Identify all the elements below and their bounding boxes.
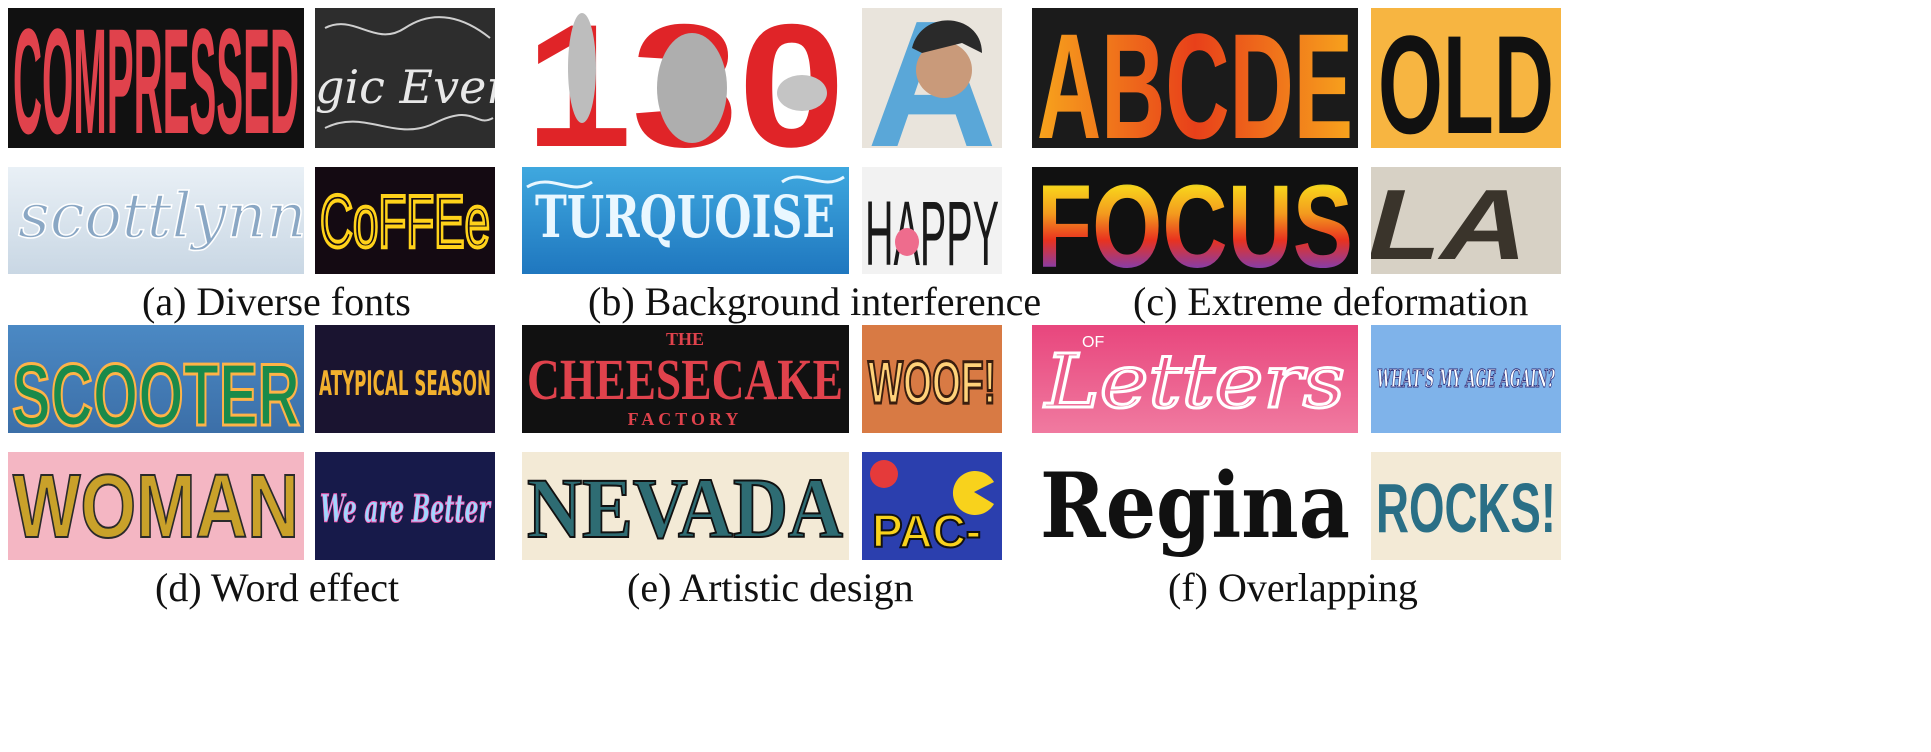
tile-happy: HAPPY: [862, 167, 1002, 274]
tile-scooter: SCOOTER: [8, 325, 304, 433]
tile-nevada: NEVADA: [522, 452, 849, 560]
tile-scottlynn-text: scottlynn: [18, 179, 304, 252]
tile-abcde-text: ABCDE: [1037, 8, 1353, 148]
tile-letters: OF Letters: [1032, 325, 1358, 433]
tile-portrait-a: A: [862, 8, 1002, 148]
tile-focus-text: FOCUS: [1037, 167, 1353, 274]
tile-cheesecake-text: CHEESECAKE: [527, 347, 843, 412]
tile-turquoise: TURQUOISE: [522, 167, 849, 274]
tile-woman-text: WOMAN: [13, 457, 299, 557]
tile-regina: Regina: [1032, 452, 1358, 560]
tile-woof-text: WOOF!: [868, 349, 996, 416]
tile-chalk-script: gic Every D: [315, 8, 495, 148]
caption-b: (b) Background interference: [588, 279, 1042, 324]
tile-compressed-text: COMPRESSED: [13, 8, 299, 148]
tile-atypical-text: ATYPICAL SEASON: [319, 364, 491, 404]
tile-la-text: LA: [1371, 169, 1546, 274]
tile-130: 130: [522, 8, 849, 148]
tile-atypical: ATYPICAL SEASON: [315, 325, 495, 433]
tile-la: LA: [1371, 167, 1561, 274]
tile-pacman: PAC-: [862, 452, 1002, 560]
tile-age-text: WHAT'S MY AGE AGAIN?: [1377, 364, 1555, 393]
tile-old: OLD: [1371, 8, 1561, 148]
tile-cheesecake: THE CHEESECAKE FACTORY: [522, 325, 849, 433]
tile-cheesecake-factory: FACTORY: [628, 409, 743, 429]
tile-letters-text: Letters: [1043, 339, 1345, 425]
tile-abcde: ABCDE: [1032, 8, 1358, 148]
tile-chalk-text: gic Every D: [315, 60, 495, 114]
tile-better-text: We are Better: [320, 486, 492, 531]
tile-compressed: COMPRESSED: [8, 8, 304, 148]
tile-woof: WOOF!: [862, 325, 1002, 433]
tile-pacman-text: PAC-: [872, 505, 981, 557]
tile-old-text: OLD: [1378, 8, 1554, 148]
caption-f: (f) Overlapping: [1168, 565, 1418, 610]
tile-focus: FOCUS: [1032, 167, 1358, 274]
tile-turquoise-text: TURQUOISE: [535, 183, 835, 251]
tile-happy-text: HAPPY: [865, 183, 999, 274]
tile-woman: WOMAN: [8, 452, 304, 560]
caption-c: (c) Extreme deformation: [1133, 279, 1529, 324]
tile-coffee-text: CoFFEe: [320, 180, 490, 263]
tile-nevada-text: NEVADA: [527, 460, 843, 556]
tile-regina-text: Regina: [1040, 453, 1350, 559]
caption-a: (a) Diverse fonts: [142, 279, 411, 324]
tile-better: We are Better: [315, 452, 495, 560]
tile-coffee: CoFFEe: [315, 167, 495, 274]
tile-age: WHAT'S MY AGE AGAIN?: [1371, 325, 1561, 433]
tile-scottlynn: scottlynn: [8, 167, 304, 274]
tile-rocks-text: ROCKS!: [1376, 469, 1556, 547]
tile-cheesecake-the: THE: [666, 329, 704, 349]
tile-scooter-text: SCOOTER: [12, 345, 300, 433]
caption-e: (e) Artistic design: [627, 565, 914, 610]
tile-rocks: ROCKS!: [1371, 452, 1561, 560]
caption-d: (d) Word effect: [155, 565, 400, 610]
